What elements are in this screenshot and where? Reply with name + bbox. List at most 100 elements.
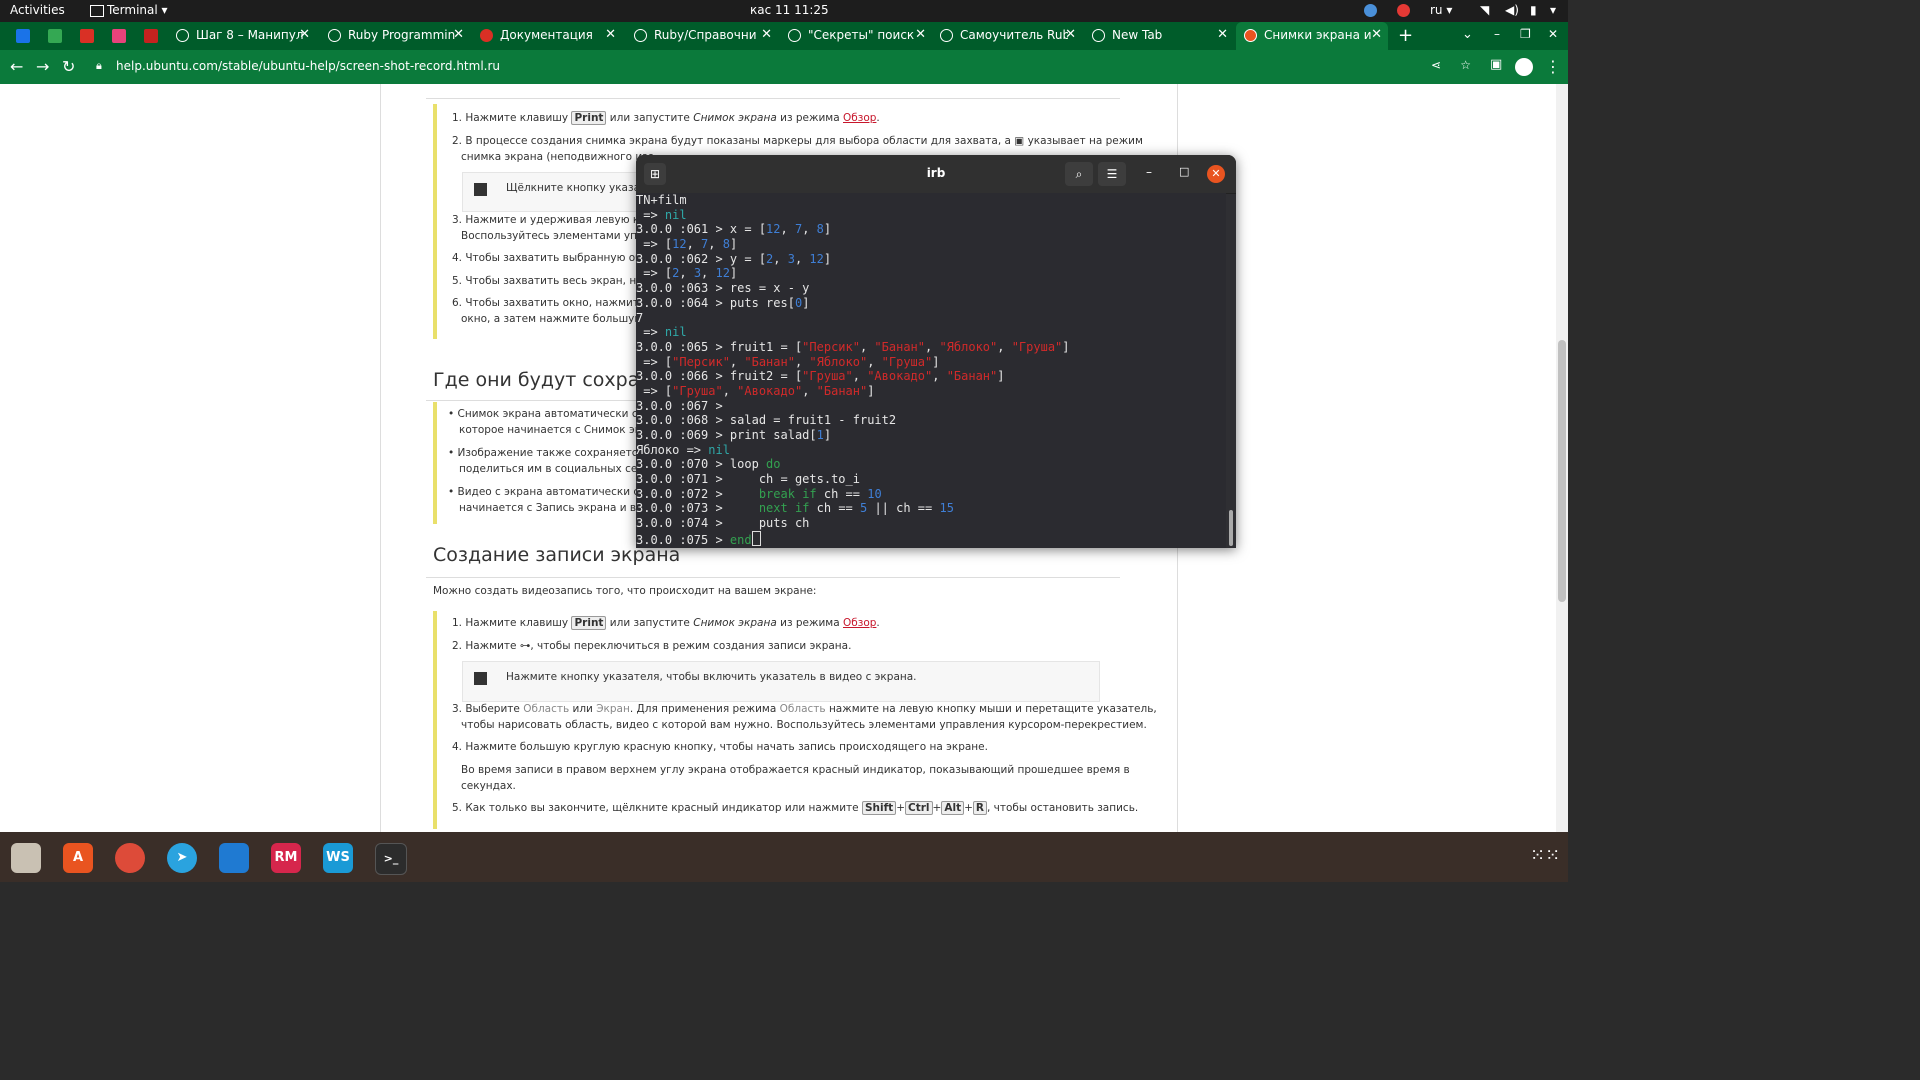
note-icon: [474, 183, 487, 196]
tab-close-icon[interactable]: ✕: [1217, 27, 1228, 42]
vscode-icon[interactable]: [219, 843, 249, 873]
clock[interactable]: кас 11 11:25: [750, 3, 829, 17]
tab-4[interactable]: Ruby/Справочни ✕: [626, 22, 778, 50]
tab-favicon-icon: [176, 29, 189, 42]
do-not-disturb-icon[interactable]: [1397, 4, 1410, 17]
wifi-icon[interactable]: ◥: [1480, 3, 1489, 17]
network-indicator-icon[interactable]: [1364, 4, 1377, 17]
where-item-1-cont: которое начинается с Снимок экран: [459, 424, 662, 436]
share-icon[interactable]: ⋖: [1431, 58, 1441, 72]
terminal-line: 3.0.0 :072 > break if ch == 10: [636, 486, 882, 501]
pinned-tab-calendar-icon[interactable]: [16, 29, 30, 43]
note-icon: [474, 672, 487, 685]
tab-5[interactable]: "Секреты" поиск ✕: [780, 22, 932, 50]
tab-favicon-icon: [480, 29, 493, 42]
tab-close-icon[interactable]: ✕: [299, 27, 310, 42]
terminal-window[interactable]: ⊞ irb ⌕ ☰ – □ ✕ TN+film => nil 3.0.0 :061…: [636, 155, 1236, 548]
files-icon[interactable]: [11, 843, 41, 873]
tab-close-icon[interactable]: ✕: [605, 27, 616, 42]
bookmark-star-icon[interactable]: ☆: [1460, 58, 1471, 72]
tab-close-icon[interactable]: ✕: [915, 27, 926, 42]
browser-tab-strip: Шаг 8 – Манипул ✕ Ruby Programmin ✕ Докуме…: [0, 22, 1568, 50]
address-toolbar: ← → ↻ 🔒︎ help.ubuntu.com/stable/ubuntu-h…: [0, 50, 1568, 84]
hamburger-menu-icon[interactable]: ☰: [1098, 162, 1126, 186]
tab-close-icon[interactable]: ✕: [1371, 27, 1382, 42]
tab-close-icon[interactable]: ✕: [453, 27, 464, 42]
pinned-tab-app-icon[interactable]: [80, 29, 94, 43]
reload-icon[interactable]: ↻: [62, 57, 75, 76]
tab-favicon-icon: [788, 29, 801, 42]
where-item-2: • Изображение также сохраняется в: [448, 447, 654, 459]
rec-step-4: 4. Нажмите большую круглую красную кнопк…: [452, 741, 988, 753]
terminal-output[interactable]: TN+film => nil 3.0.0 :061 > x = [12, 7, 8…: [636, 193, 1226, 548]
minimize-icon[interactable]: –: [1146, 165, 1152, 179]
tab-7[interactable]: New Tab ✕: [1084, 22, 1234, 50]
app-menu[interactable]: Terminal ▾: [107, 3, 168, 17]
url-text: help.ubuntu.com/stable/ubuntu-help/scree…: [116, 59, 501, 73]
terminal-line: 3.0.0 :066 > fruit2 = ["Груша", "Авокадо…: [636, 369, 1005, 384]
language-selector[interactable]: ru ▾: [1430, 3, 1452, 17]
battery-icon[interactable]: ▮: [1530, 3, 1537, 17]
rubymine-icon[interactable]: RM: [271, 843, 301, 873]
minimize-icon[interactable]: –: [1494, 27, 1500, 41]
recording-intro: Можно создать видеозапись того, что прои…: [433, 585, 817, 597]
forward-arrow-icon[interactable]: →: [36, 57, 49, 76]
terminal-app-icon: [90, 5, 104, 17]
back-arrow-icon[interactable]: ←: [10, 57, 23, 76]
heading-where-saved: Где они будут сохране: [433, 369, 664, 391]
terminal-line: 3.0.0 :065 > fruit1 = ["Персик", "Банан"…: [636, 339, 1070, 354]
terminal-scrollbar[interactable]: [1229, 510, 1233, 546]
terminal-line: 3.0.0 :063 > res = x - y: [636, 281, 810, 296]
volume-icon[interactable]: ◀): [1505, 3, 1519, 17]
activities-button[interactable]: Activities: [10, 3, 65, 17]
rec-step-4-detail: Во время записи в правом верхнем углу эк…: [461, 764, 1130, 776]
overview-link[interactable]: Обзор: [843, 112, 876, 124]
tab-2[interactable]: Ruby Programmin ✕: [320, 22, 470, 50]
system-menu-chevron-icon[interactable]: ▾: [1550, 3, 1556, 17]
profile-avatar[interactable]: [1515, 58, 1533, 76]
terminal-line: 3.0.0 :062 > y = [2, 3, 12]: [636, 251, 832, 266]
maximize-icon[interactable]: □: [1179, 165, 1189, 178]
pinned-tab-app2-icon[interactable]: [112, 29, 126, 43]
terminal-titlebar[interactable]: ⊞ irb ⌕ ☰ – □ ✕: [636, 155, 1236, 194]
address-bar[interactable]: 🔒︎ help.ubuntu.com/stable/ubuntu-help/sc…: [96, 55, 1481, 79]
show-apps-grid-icon[interactable]: ⁙⁙: [1530, 845, 1560, 866]
kebab-menu-icon[interactable]: ⋮: [1545, 57, 1561, 76]
webstorm-icon[interactable]: WS: [323, 843, 353, 873]
search-icon[interactable]: ⌕: [1065, 162, 1093, 186]
terminal-line: => [12, 7, 8]: [636, 237, 738, 252]
restore-icon[interactable]: ❐: [1520, 27, 1531, 41]
terminal-line: => nil: [636, 207, 687, 222]
tab-1[interactable]: Шаг 8 – Манипул ✕: [168, 22, 316, 50]
tab-6[interactable]: Самоучитель Rub ✕: [932, 22, 1082, 50]
pinned-tab-gmail-icon[interactable]: [144, 29, 158, 43]
tab-close-icon[interactable]: ✕: [761, 27, 772, 42]
step-2: 2. В процессе создания снимка экрана буд…: [452, 135, 1143, 147]
step-6-cont: окно, а затем нажмите большую к: [461, 313, 653, 325]
terminal-line: 3.0.0 :069 > print salad[1]: [636, 428, 832, 442]
page-scrollbar-thumb[interactable]: [1558, 340, 1566, 602]
close-icon[interactable]: ✕: [1207, 165, 1225, 183]
step-2-cont: снимка экрана (неподвижного изо: [461, 151, 655, 163]
tab-favicon-icon: [940, 29, 953, 42]
tab-3[interactable]: Документация ✕: [472, 22, 622, 50]
tab-search-chevron-icon[interactable]: ⌄: [1462, 27, 1473, 42]
terminal-line: 3.0.0 :068 > salad = fruit1 - fruit2: [636, 413, 897, 428]
side-panel-icon[interactable]: ▣: [1490, 57, 1502, 72]
tab-8-active[interactable]: Снимки экрана и ✕: [1236, 22, 1388, 50]
pinned-tab-chat-icon[interactable]: [48, 29, 62, 43]
window-close-icon[interactable]: ✕: [1548, 27, 1558, 41]
terminal-line: Яблоко => nil: [636, 442, 730, 457]
where-item-2-cont: поделиться им в социальных сетях: [459, 463, 656, 475]
where-item-1: • Снимок экрана автоматически сохр: [448, 408, 657, 420]
new-tab-plus-icon[interactable]: +: [1398, 25, 1413, 46]
overview-link-2[interactable]: Обзор: [843, 617, 876, 629]
terminal-dock-icon[interactable]: >_: [375, 843, 407, 875]
software-center-icon[interactable]: A: [63, 843, 93, 873]
pointer-note-text: Щёлкните кнопку указате: [506, 182, 653, 194]
tab-favicon-icon: [634, 29, 647, 42]
telegram-icon[interactable]: ➤: [167, 843, 197, 873]
terminal-line: 3.0.0 :067 >: [636, 398, 723, 413]
chrome-icon[interactable]: [115, 843, 145, 873]
tab-close-icon[interactable]: ✕: [1065, 27, 1076, 42]
